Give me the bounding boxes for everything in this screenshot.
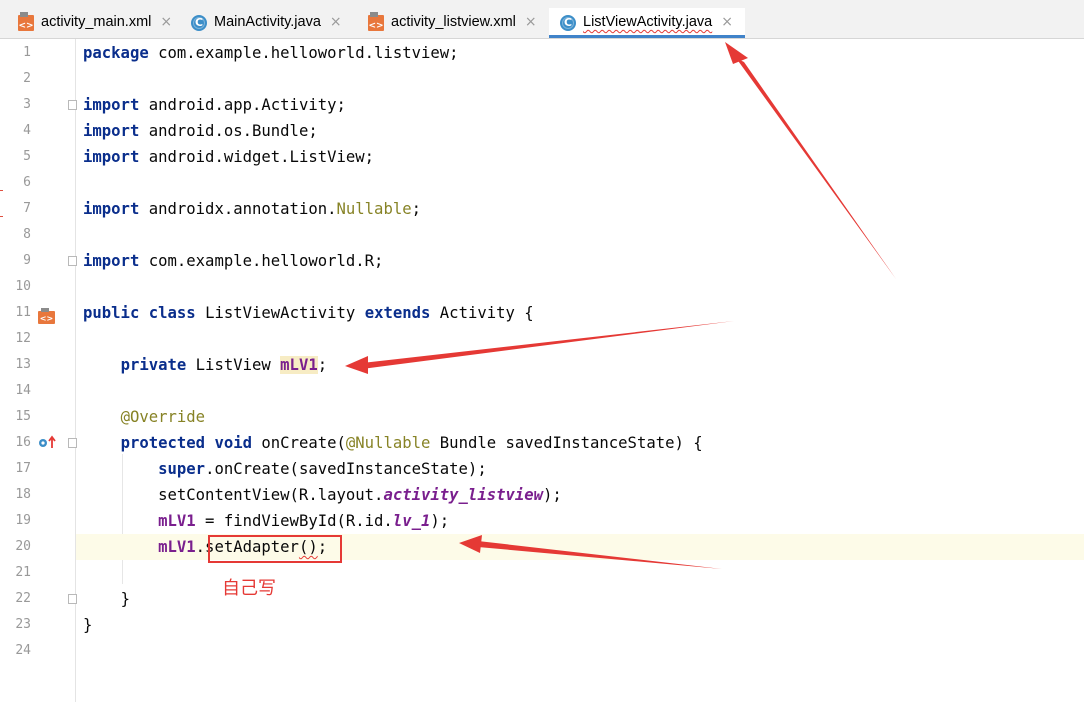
- code-line-19: mLV1 = findViewById(R.id.lv_1);: [158, 512, 450, 530]
- highlight-box: [208, 535, 342, 563]
- line-number: 24: [15, 643, 31, 658]
- override-method-icon[interactable]: [37, 435, 57, 449]
- line-number: 20: [15, 539, 31, 554]
- code-line-23: }: [83, 616, 93, 634]
- line-number: 17: [15, 461, 31, 476]
- class-gutter-icon[interactable]: [38, 308, 55, 324]
- tab-activity-listview-xml[interactable]: activity_listview.xml ×: [368, 8, 537, 38]
- close-icon[interactable]: ×: [330, 14, 342, 30]
- code-line-5: import android.widget.ListView;: [83, 148, 375, 166]
- tab-main-activity-java[interactable]: MainActivity.java ×: [191, 8, 342, 38]
- code-line-7: import androidx.annotation.Nullable;: [83, 200, 421, 218]
- line-number: 9: [23, 253, 31, 268]
- tab-activity-main-xml[interactable]: activity_main.xml ×: [18, 8, 172, 38]
- line-number: 5: [23, 149, 31, 164]
- code-line-1: package com.example.helloworld.listview;: [83, 44, 459, 62]
- tab-label: MainActivity.java: [214, 14, 321, 30]
- editor-gutter: 1 2 3 4 5 6 7 8 9 10 11 12 13 14 15 16 1…: [0, 39, 77, 702]
- xml-file-icon: [18, 12, 34, 31]
- editor-tab-bar: activity_main.xml × MainActivity.java × …: [0, 0, 1084, 39]
- line-number: 6: [23, 175, 31, 190]
- code-line-17: super.onCreate(savedInstanceState);: [158, 460, 487, 478]
- line-number: 8: [23, 227, 31, 242]
- line-number: 18: [15, 487, 31, 502]
- code-line-4: import android.os.Bundle;: [83, 122, 318, 140]
- code-editor[interactable]: package com.example.helloworld.listview;…: [76, 39, 1084, 702]
- tab-label: ListViewActivity.java: [583, 14, 713, 30]
- line-number: 13: [15, 357, 31, 372]
- tab-label: activity_listview.xml: [391, 14, 516, 30]
- code-line-11: public class ListViewActivity extends Ac…: [83, 304, 534, 322]
- line-number: 23: [15, 617, 31, 632]
- line-number: 4: [23, 123, 31, 138]
- java-class-icon: [560, 15, 576, 31]
- line-number: 22: [15, 591, 31, 606]
- close-icon[interactable]: ×: [160, 14, 172, 30]
- close-icon[interactable]: ×: [525, 14, 537, 30]
- line-number: 15: [15, 409, 31, 424]
- line-number: 10: [15, 279, 31, 294]
- xml-file-icon: [368, 12, 384, 31]
- line-number: 21: [15, 565, 31, 580]
- java-class-icon: [191, 15, 207, 31]
- line-number: 3: [23, 97, 31, 112]
- change-marker: [0, 216, 3, 217]
- line-number: 16: [15, 435, 31, 450]
- code-line-15: @Override: [120, 408, 206, 426]
- close-icon[interactable]: ×: [721, 14, 733, 30]
- code-line-16: protected void onCreate(@Nullable Bundle…: [120, 434, 703, 452]
- line-number: 11: [15, 305, 31, 320]
- tab-label: activity_main.xml: [41, 14, 152, 30]
- line-number: 14: [15, 383, 31, 398]
- line-number: 1: [23, 45, 31, 60]
- code-line-13: private ListView mLV1;: [120, 356, 328, 374]
- line-number: 2: [23, 71, 31, 86]
- line-number: 19: [15, 513, 31, 528]
- annotation-note: 自己写: [222, 578, 276, 599]
- code-line-3: import android.app.Activity;: [83, 96, 346, 114]
- change-marker: [0, 190, 3, 191]
- line-number: 12: [15, 331, 31, 346]
- code-line-18: setContentView(R.layout.activity_listvie…: [158, 486, 562, 504]
- code-line-9: import com.example.helloworld.R;: [83, 252, 384, 270]
- tab-listview-activity-java[interactable]: ListViewActivity.java ×: [549, 8, 745, 38]
- line-number: 7: [23, 201, 31, 216]
